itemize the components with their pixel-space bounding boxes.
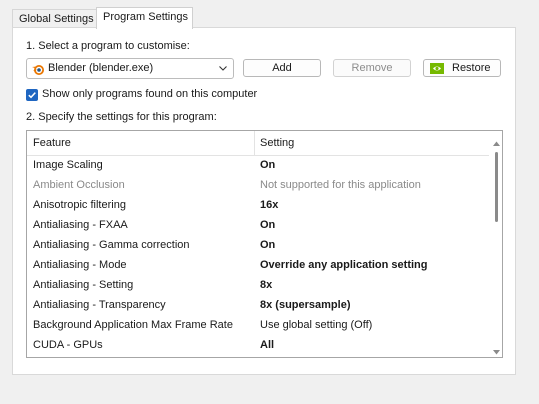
chevron-down-icon[interactable]: [218, 63, 228, 73]
setting-row[interactable]: Background Application Max Frame Rate Us…: [27, 316, 489, 336]
setting-row[interactable]: Antialiasing - Setting 8x: [27, 276, 489, 296]
feature-cell: Anisotropic filtering: [33, 199, 126, 211]
feature-cell: Antialiasing - FXAA: [33, 219, 128, 231]
scrollbar-thumb[interactable]: [495, 152, 498, 222]
settings-header: Feature Setting: [27, 131, 489, 156]
setting-cell: Not supported for this application: [260, 179, 421, 191]
add-button[interactable]: Add: [243, 59, 321, 77]
setting-row[interactable]: Antialiasing - Gamma correction On: [27, 236, 489, 256]
feature-cell: Image Scaling: [33, 159, 103, 171]
setting-cell: On: [260, 159, 276, 171]
nvidia-logo-icon: [430, 63, 444, 74]
feature-cell: CUDA - GPUs: [33, 339, 103, 351]
vertical-scrollbar[interactable]: [490, 132, 502, 357]
feature-cell: Ambient Occlusion: [33, 179, 125, 191]
setting-column-header[interactable]: Setting: [260, 137, 294, 149]
setting-row[interactable]: Anisotropic filtering 16x: [27, 196, 489, 216]
scroll-down-arrow-icon[interactable]: [493, 346, 500, 357]
setting-row[interactable]: Antialiasing - Transparency 8x (supersam…: [27, 296, 489, 316]
feature-cell: Antialiasing - Mode: [33, 259, 127, 271]
feature-cell: Antialiasing - Setting: [33, 279, 134, 291]
feature-cell: Antialiasing - Transparency: [33, 299, 166, 311]
settings-list: Feature Setting Image Scaling On Ambient…: [26, 130, 503, 358]
tab-program-settings[interactable]: Program Settings: [96, 7, 193, 29]
setting-cell: All: [260, 339, 275, 351]
setting-cell: 16x: [260, 199, 279, 211]
step2-label: 2. Specify the settings for this program…: [26, 111, 217, 123]
program-settings-panel: 1. Select a program to customise: Blende…: [12, 27, 516, 375]
feature-cell: Background Application Max Frame Rate: [33, 319, 233, 331]
remove-button[interactable]: Remove: [333, 59, 411, 77]
step1-label: 1. Select a program to customise:: [26, 40, 190, 52]
setting-cell: Override any application setting: [260, 259, 428, 271]
column-divider[interactable]: [254, 131, 255, 156]
restore-button-label: Restore: [452, 62, 491, 74]
setting-cell: 8x (supersample): [260, 299, 351, 311]
restore-button[interactable]: Restore: [423, 59, 501, 77]
blender-logo-icon: [31, 62, 45, 76]
setting-cell: 8x: [260, 279, 273, 291]
tab-global-settings[interactable]: Global Settings: [12, 9, 97, 28]
setting-row[interactable]: Antialiasing - Mode Override any applica…: [27, 256, 489, 276]
scroll-up-arrow-icon[interactable]: [493, 137, 500, 149]
feature-cell: Antialiasing - Gamma correction: [33, 239, 190, 251]
feature-column-header[interactable]: Feature: [33, 137, 71, 149]
setting-cell: On: [260, 219, 276, 231]
setting-row[interactable]: CUDA - GPUs All: [27, 336, 489, 356]
checkmark-icon: [28, 92, 36, 99]
setting-row[interactable]: Antialiasing - FXAA On: [27, 216, 489, 236]
show-only-found-label[interactable]: Show only programs found on this compute…: [42, 88, 257, 100]
setting-row[interactable]: Ambient Occlusion Not supported for this…: [27, 176, 489, 196]
program-select[interactable]: Blender (blender.exe): [26, 58, 234, 79]
setting-cell: Use global setting (Off): [260, 319, 373, 331]
setting-row[interactable]: Image Scaling On: [27, 156, 489, 176]
program-select-value: Blender (blender.exe): [48, 62, 154, 74]
show-only-found-checkbox[interactable]: [26, 89, 38, 101]
setting-cell: On: [260, 239, 276, 251]
tab-strip: Global Settings Program Settings: [12, 7, 516, 29]
